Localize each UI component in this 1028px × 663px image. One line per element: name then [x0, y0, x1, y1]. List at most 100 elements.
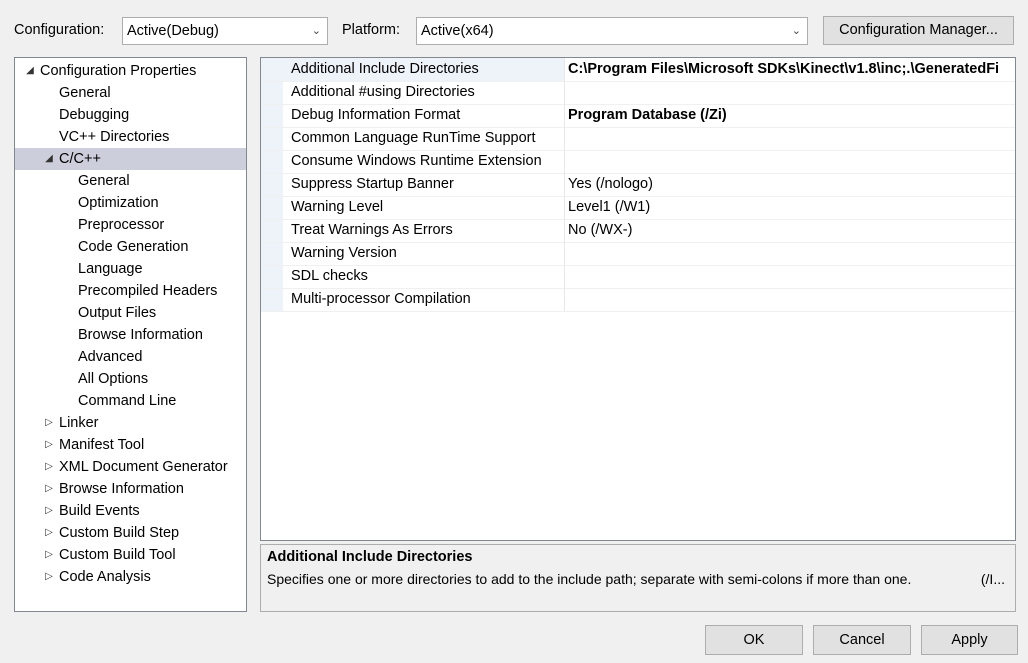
tree-item-label: Build Events — [59, 503, 140, 519]
platform-value: Active(x64) — [421, 23, 494, 39]
property-value[interactable]: Program Database (/Zi) — [568, 104, 727, 127]
tree-item[interactable]: Command Line — [15, 390, 246, 412]
tree-item-label: Preprocessor — [78, 217, 165, 233]
collapsed-triangle-icon[interactable]: ▷ — [43, 434, 55, 456]
tree-item[interactable]: ◢ C/C++ — [15, 148, 246, 170]
tree-item[interactable]: Debugging — [15, 104, 246, 126]
collapsed-triangle-icon[interactable]: ▷ — [43, 456, 55, 478]
property-name: Common Language RunTime Support — [291, 130, 536, 146]
tree-item[interactable]: ▷ Browse Information — [15, 478, 246, 500]
expanded-triangle-icon[interactable]: ◢ — [24, 60, 36, 82]
collapsed-triangle-icon[interactable]: ▷ — [43, 522, 55, 544]
property-name: Suppress Startup Banner — [291, 176, 454, 192]
tree-item-label: C/C++ — [59, 151, 101, 167]
tree-item[interactable]: Browse Information — [15, 324, 246, 346]
tree-item[interactable]: ◢ Configuration Properties — [15, 60, 246, 82]
property-row[interactable]: Common Language RunTime Support — [261, 127, 1015, 151]
tree-item[interactable]: ▷ Build Events — [15, 500, 246, 522]
property-value[interactable]: C:\Program Files\Microsoft SDKs\Kinect\v… — [568, 58, 999, 81]
tree-item[interactable]: Optimization — [15, 192, 246, 214]
property-row[interactable]: Additional #using Directories — [261, 81, 1015, 105]
property-row[interactable]: Suppress Startup Banner Yes (/nologo) — [261, 173, 1015, 197]
property-grid[interactable]: Additional Include Directories C:\Program… — [260, 57, 1016, 541]
configuration-label: Configuration: — [14, 22, 105, 38]
tree-item-label: Code Generation — [78, 239, 189, 255]
tree-item-label: Code Analysis — [59, 569, 151, 585]
tree-item-label: Browse Information — [78, 327, 203, 343]
apply-button[interactable]: Apply — [921, 625, 1018, 655]
collapsed-triangle-icon[interactable]: ▷ — [43, 500, 55, 522]
tree-item[interactable]: Code Generation — [15, 236, 246, 258]
property-name: Additional #using Directories — [291, 84, 475, 100]
property-value[interactable]: Yes (/nologo) — [568, 173, 653, 196]
tree-item-label: Custom Build Tool — [59, 547, 176, 563]
property-row[interactable]: Multi-processor Compilation — [261, 288, 1015, 312]
configuration-manager-button[interactable]: Configuration Manager... — [823, 16, 1014, 45]
tree-item[interactable]: Output Files — [15, 302, 246, 324]
tree-item[interactable]: Precompiled Headers — [15, 280, 246, 302]
tree-item-label: Command Line — [78, 393, 177, 409]
collapsed-triangle-icon[interactable]: ▷ — [43, 544, 55, 566]
configuration-value: Active(Debug) — [127, 23, 219, 39]
property-name-cell: Suppress Startup Banner — [283, 173, 565, 196]
tree-item-label: Manifest Tool — [59, 437, 145, 453]
property-value[interactable]: Level1 (/W1) — [568, 196, 650, 219]
tree-item[interactable]: Preprocessor — [15, 214, 246, 236]
platform-dropdown[interactable]: Active(x64) ⌄ — [416, 17, 808, 45]
property-name: Warning Version — [291, 245, 397, 261]
tree-item[interactable]: ▷ Custom Build Tool — [15, 544, 246, 566]
property-row[interactable]: Consume Windows Runtime Extension — [261, 150, 1015, 174]
tree-item[interactable]: General — [15, 170, 246, 192]
property-name-cell: Additional Include Directories — [283, 58, 565, 81]
property-name: Consume Windows Runtime Extension — [291, 153, 542, 169]
tree-item[interactable]: ▷ Code Analysis — [15, 566, 246, 588]
cancel-button[interactable]: Cancel — [813, 625, 911, 655]
collapsed-triangle-icon[interactable]: ▷ — [43, 566, 55, 588]
property-name: Treat Warnings As Errors — [291, 222, 453, 238]
property-value[interactable]: No (/WX-) — [568, 219, 632, 242]
property-name-cell: Additional #using Directories — [283, 81, 565, 104]
property-tree[interactable]: ◢ Configuration Properties General Debuggin… — [14, 57, 247, 612]
tree-item[interactable]: VC++ Directories — [15, 126, 246, 148]
collapsed-triangle-icon[interactable]: ▷ — [43, 412, 55, 434]
chevron-down-icon: ⌄ — [791, 25, 801, 37]
property-name: Additional Include Directories — [291, 61, 479, 77]
tree-item-label: VC++ Directories — [59, 129, 170, 145]
tree-item-label: Configuration Properties — [40, 63, 197, 79]
property-name-cell: SDL checks — [283, 265, 565, 288]
configuration-dropdown[interactable]: Active(Debug) ⌄ — [122, 17, 328, 45]
property-name-cell: Consume Windows Runtime Extension — [283, 150, 565, 173]
tree-item[interactable]: ▷ XML Document Generator — [15, 456, 246, 478]
collapsed-triangle-icon[interactable]: ▷ — [43, 478, 55, 500]
property-name-cell: Common Language RunTime Support — [283, 127, 565, 150]
tree-item[interactable]: ▷ Custom Build Step — [15, 522, 246, 544]
tree-item[interactable]: General — [15, 82, 246, 104]
tree-item-label: Debugging — [59, 107, 130, 123]
tree-item-label: General — [59, 85, 111, 101]
tree-item[interactable]: All Options — [15, 368, 246, 390]
tree-item[interactable]: Advanced — [15, 346, 246, 368]
property-row[interactable]: Treat Warnings As Errors No (/WX-) — [261, 219, 1015, 243]
property-name-cell: Treat Warnings As Errors — [283, 219, 565, 242]
property-row[interactable]: Debug Information Format Program Database… — [261, 104, 1015, 128]
property-name: Warning Level — [291, 199, 384, 215]
tree-item[interactable]: Language — [15, 258, 246, 280]
property-row[interactable]: Warning Version — [261, 242, 1015, 266]
platform-label: Platform: — [342, 22, 401, 38]
property-name-cell: Warning Version — [283, 242, 565, 265]
tree-item-label: Language — [78, 261, 143, 277]
tree-item-label: All Options — [78, 371, 149, 387]
property-name-cell: Warning Level — [283, 196, 565, 219]
description-switch: (/I... — [980, 571, 1005, 587]
property-name: SDL checks — [291, 268, 368, 284]
expanded-triangle-icon[interactable]: ◢ — [43, 148, 55, 170]
tree-item-label: Precompiled Headers — [78, 283, 218, 299]
tree-item[interactable]: ▷ Manifest Tool — [15, 434, 246, 456]
tree-item-label: XML Document Generator — [59, 459, 228, 475]
property-row[interactable]: Additional Include Directories C:\Program… — [261, 58, 1015, 82]
tree-item[interactable]: ▷ Linker — [15, 412, 246, 434]
property-row[interactable]: Warning Level Level1 (/W1) — [261, 196, 1015, 220]
property-name: Debug Information Format — [291, 107, 461, 123]
property-row[interactable]: SDL checks — [261, 265, 1015, 289]
ok-button[interactable]: OK — [705, 625, 803, 655]
